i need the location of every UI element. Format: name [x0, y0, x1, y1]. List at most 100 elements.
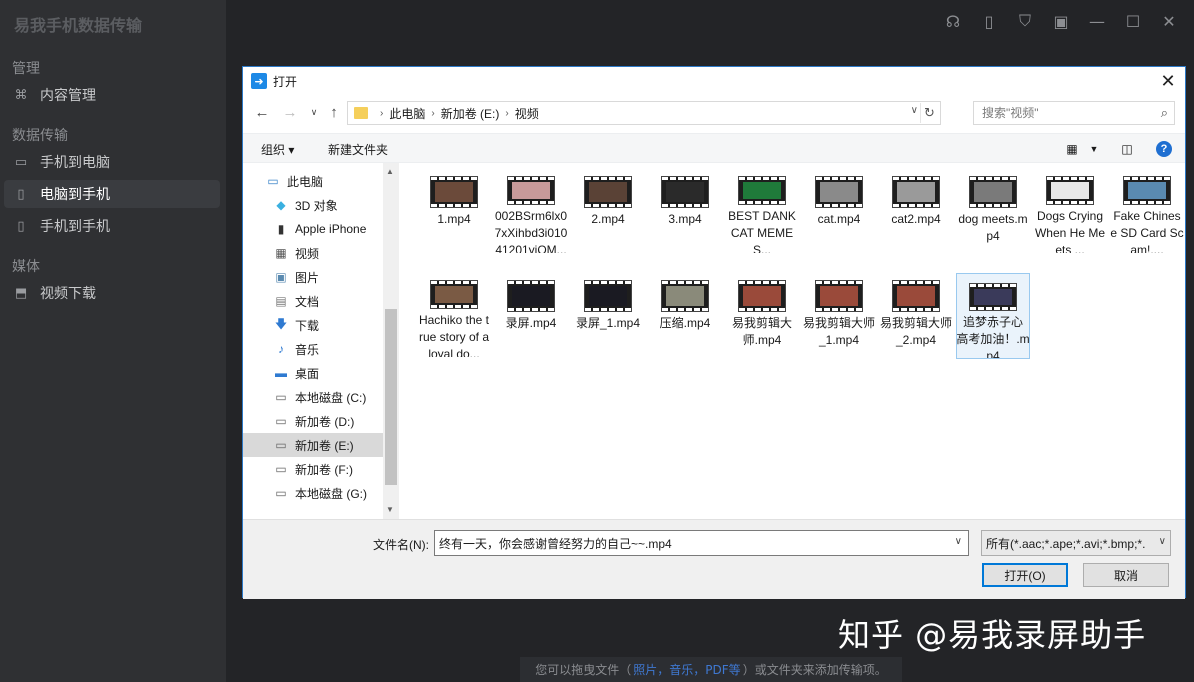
window-controls: ☊ ▯ ⛉ ▣ — ☐ ✕: [942, 10, 1180, 32]
recent-dropdown-button[interactable]: ∨: [303, 101, 325, 123]
dialog-titlebar: ➜ 打开: [243, 67, 1185, 95]
tree-item-drive-f[interactable]: ▭ 新加卷 (F:): [243, 457, 383, 481]
chevron-right-icon: ›: [505, 107, 509, 119]
dialog-footer: 文件名(N): 终有一天，你会感谢曾经努力的自己~~.mp4 ∨ 所有(*.aa…: [243, 519, 1185, 599]
tree-item-label: 文档: [295, 294, 320, 309]
file-item[interactable]: 易我剪辑大师.mp4: [725, 271, 799, 357]
video-download-icon: ⬒: [14, 285, 28, 301]
sidebar-item-label: 内容管理: [40, 88, 96, 104]
sidebar-item-label: 手机到手机: [40, 219, 110, 235]
chevron-down-icon[interactable]: ▼: [1083, 138, 1105, 160]
tree-item-apple-iphone[interactable]: ▮ Apple iPhone: [243, 217, 383, 241]
file-name: 追梦赤子心 高考加油！.mp4: [956, 315, 1030, 358]
file-item[interactable]: 追梦赤子心 高考加油！.mp4: [956, 273, 1030, 359]
tree-item-drive-g[interactable]: ▭ 本地磁盘 (G:): [243, 481, 383, 505]
search-box[interactable]: ⌕: [973, 101, 1175, 125]
sidebar-item-label: 电脑到手机: [40, 187, 110, 203]
menu-icon[interactable]: ▣: [1050, 10, 1072, 32]
sidebar-item-label: 手机到电脑: [40, 155, 110, 171]
drop-hint-links[interactable]: 照片，音乐，PDF等: [633, 661, 740, 678]
preview-pane-icon[interactable]: ◫: [1116, 138, 1138, 160]
file-item[interactable]: Dogs Crying When He Meets ...: [1033, 167, 1107, 253]
tree-scrollbar[interactable]: ▲ ▼: [383, 163, 399, 519]
video-thumbnail-icon: [969, 282, 1017, 312]
tree-item-3d-objects[interactable]: ◆ 3D 对象: [243, 193, 383, 217]
chevron-down-icon[interactable]: ∨: [911, 105, 918, 116]
tree-item-documents[interactable]: ▤ 文档: [243, 289, 383, 313]
music-note-icon: ♪: [278, 342, 284, 356]
file-item[interactable]: BEST DANK CAT MEMES...: [725, 167, 799, 253]
file-item[interactable]: 3.mp4: [648, 167, 722, 253]
filename-value: 终有一天，你会感谢曾经努力的自己~~.mp4: [439, 536, 672, 551]
sidebar-item-phone-to-pc[interactable]: ▭ 手机到电脑: [4, 148, 220, 176]
video-thumbnail-icon: [661, 176, 709, 208]
dialog-close-button[interactable]: ✕: [1157, 70, 1179, 92]
file-item[interactable]: 易我剪辑大师_2.mp4: [879, 271, 953, 357]
search-icon: ⌕: [1160, 105, 1168, 120]
file-item[interactable]: 2.mp4: [571, 167, 645, 253]
sidebar-item-phone-to-phone[interactable]: ▯ 手机到手机: [4, 212, 220, 240]
scroll-up-icon[interactable]: ▲: [386, 167, 394, 176]
video-thumbnail-icon: [738, 280, 786, 312]
tree-item-videos[interactable]: ▦ 视频: [243, 241, 383, 265]
tree-item-downloads[interactable]: 🡇 下载: [243, 313, 383, 337]
search-input[interactable]: [982, 106, 1152, 120]
breadcrumb-this-pc[interactable]: 此电脑: [389, 105, 425, 122]
file-name: BEST DANK CAT MEMES...: [728, 209, 796, 253]
video-thumbnail-icon: [1046, 175, 1094, 206]
shirt-icon[interactable]: ⛉: [1014, 10, 1036, 32]
file-item[interactable]: 易我剪辑大师_1.mp4: [802, 271, 876, 357]
support-icon[interactable]: ☊: [942, 10, 964, 32]
refresh-icon[interactable]: ↻: [920, 103, 938, 123]
scroll-down-icon[interactable]: ▼: [386, 505, 394, 514]
cancel-button[interactable]: 取消: [1083, 563, 1169, 587]
tree-item-desktop[interactable]: ▬ 桌面: [243, 361, 383, 385]
watermark: 知乎 @易我录屏助手: [838, 616, 1147, 654]
breadcrumb-drive-e[interactable]: 新加卷 (E:): [441, 105, 500, 122]
help-button[interactable]: ?: [1153, 138, 1175, 160]
file-item[interactable]: 压缩.mp4: [648, 271, 722, 357]
close-icon[interactable]: ✕: [1158, 10, 1180, 32]
open-button[interactable]: 打开(O): [982, 563, 1068, 587]
organize-button[interactable]: 组织 ▾: [261, 141, 294, 158]
forward-button[interactable]: →: [279, 101, 301, 123]
sidebar-item-video-download[interactable]: ⬒ 视频下载: [4, 279, 220, 307]
maximize-icon[interactable]: ☐: [1122, 10, 1144, 32]
file-item[interactable]: 录屏_1.mp4: [571, 271, 645, 357]
file-item[interactable]: cat.mp4: [802, 167, 876, 253]
tree-item-this-pc[interactable]: ▭ 此电脑: [243, 169, 383, 193]
device-icon[interactable]: ▯: [978, 10, 1000, 32]
video-thumbnail-icon: [584, 280, 632, 312]
grid-icon: ⌘: [14, 87, 28, 103]
back-button[interactable]: ←: [251, 101, 273, 123]
file-item[interactable]: Fake Chinese SD Card Scam!....: [1110, 167, 1184, 253]
file-type-select[interactable]: 所有(*.aac;*.ape;*.avi;*.bmp;*. ∨: [981, 530, 1171, 556]
file-type-value: 所有(*.aac;*.ape;*.avi;*.bmp;*.: [986, 536, 1146, 551]
tree-item-pictures[interactable]: ▣ 图片: [243, 265, 383, 289]
tree-item-drive-e[interactable]: ▭ 新加卷 (E:): [243, 433, 383, 457]
minimize-icon[interactable]: —: [1086, 10, 1108, 32]
file-item[interactable]: Hachiko the true story of a loyal do...: [417, 271, 491, 357]
tree-item-music[interactable]: ♪ 音乐: [243, 337, 383, 361]
file-name: 3.mp4: [668, 212, 702, 226]
file-item[interactable]: cat2.mp4: [879, 167, 953, 253]
file-item[interactable]: 002BSrm6lx07xXihbd3i01041201yjQM...: [494, 167, 568, 253]
tree-item-label: 此电脑: [287, 174, 324, 189]
chevron-down-icon[interactable]: ∨: [955, 536, 962, 547]
file-item[interactable]: dog meets.mp4: [956, 167, 1030, 253]
app-logo-icon: ➜: [251, 73, 267, 89]
scrollbar-thumb[interactable]: [385, 309, 397, 485]
up-button[interactable]: ↑: [323, 101, 345, 123]
tree-item-drive-d[interactable]: ▭ 新加卷 (D:): [243, 409, 383, 433]
file-item[interactable]: 录屏.mp4: [494, 271, 568, 357]
address-bar[interactable]: › 此电脑 › 新加卷 (E:) › 视频 ∨ ↻: [347, 101, 941, 125]
chevron-right-icon: ›: [431, 107, 435, 119]
view-options-icon[interactable]: ▦: [1061, 138, 1083, 160]
breadcrumb-videos[interactable]: 视频: [515, 105, 539, 122]
file-item[interactable]: 1.mp4: [417, 167, 491, 253]
filename-input[interactable]: 终有一天，你会感谢曾经努力的自己~~.mp4 ∨: [434, 530, 969, 556]
sidebar-item-pc-to-phone[interactable]: ▯ 电脑到手机: [4, 180, 220, 208]
new-folder-button[interactable]: 新建文件夹: [328, 141, 388, 158]
tree-item-drive-c[interactable]: ▭ 本地磁盘 (C:): [243, 385, 383, 409]
sidebar-item-content-management[interactable]: ⌘ 内容管理: [4, 81, 220, 109]
